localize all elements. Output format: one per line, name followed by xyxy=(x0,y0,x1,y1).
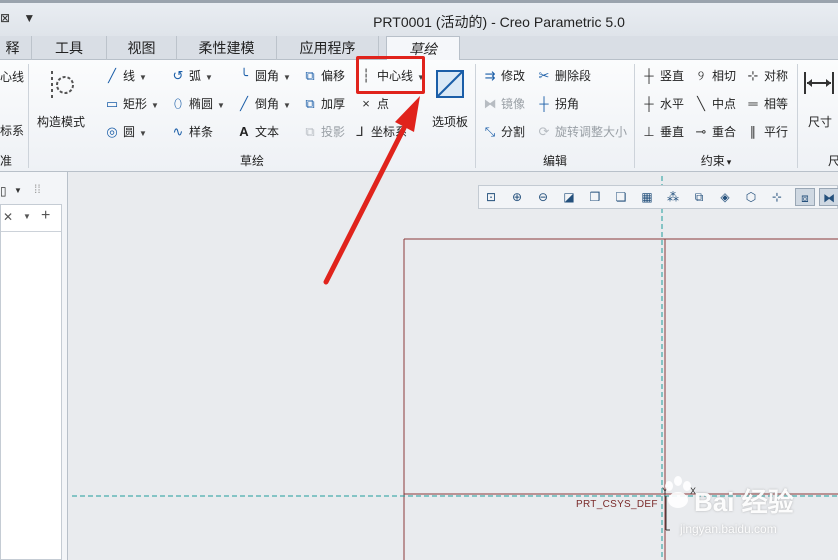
zoom-out-icon[interactable]: ⊖ xyxy=(533,188,553,206)
view-manager-icon[interactable]: ▦ xyxy=(637,188,657,206)
watermark-url: jingyan.baidu.com xyxy=(680,522,777,536)
constraint-display-icon[interactable]: ⧓ xyxy=(819,188,838,206)
watermark-brand: Bai 经验 xyxy=(694,487,794,517)
red-arrow-shaft xyxy=(323,125,407,285)
refit-icon[interactable]: ⊡ xyxy=(481,188,501,206)
saved-orientations-icon[interactable]: ❏ xyxy=(611,188,631,206)
spin-center-icon[interactable]: ◈ xyxy=(715,188,735,206)
paw-logo-icon xyxy=(665,476,691,508)
datum-display-icon[interactable]: ⁂ xyxy=(663,188,683,206)
baidu-watermark: Bai 经验 jingyan.baidu.com xyxy=(640,468,830,558)
repaint-icon[interactable]: ◪ xyxy=(559,188,579,206)
sketch-view-icon[interactable]: ⊹ xyxy=(767,188,787,206)
red-arrow-head xyxy=(395,96,420,132)
graphics-toolbar: ⊡ ⊕ ⊖ ◪ ❒ ❏ ▦ ⁂ ⧉ ◈ ⬡ ⊹ ⧈ ⧓ xyxy=(478,185,838,209)
annotation-display-icon[interactable]: ⧉ xyxy=(689,188,709,206)
perspective-icon[interactable]: ⬡ xyxy=(741,188,761,206)
sketcher-display-icon[interactable]: ⧈ xyxy=(795,188,815,206)
zoom-in-icon[interactable]: ⊕ xyxy=(507,188,527,206)
display-style-icon[interactable]: ❒ xyxy=(585,188,605,206)
